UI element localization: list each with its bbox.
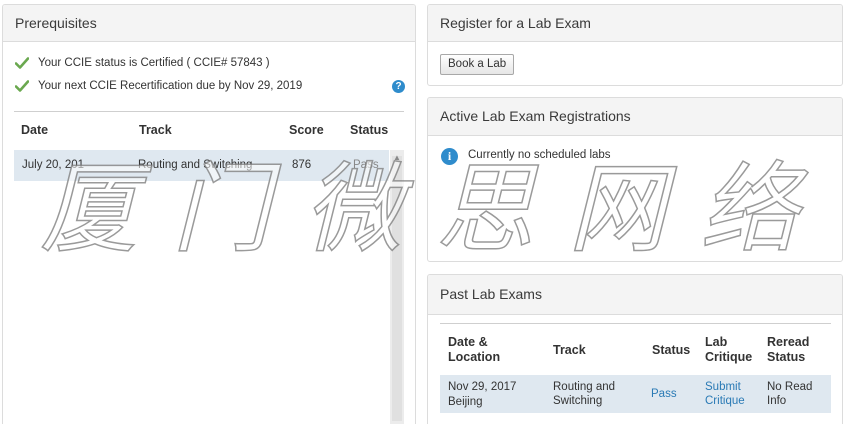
prerequisites-panel: Prerequisites Your CCIE status is Certif… bbox=[2, 4, 416, 424]
column-header-reread-status[interactable]: Reread Status bbox=[767, 335, 827, 365]
certification-status-text: Your CCIE status is Certified ( CCIE# 57… bbox=[38, 57, 270, 69]
register-lab-exam-panel: Register for a Lab Exam Book a Lab bbox=[427, 4, 843, 86]
row-date: July 20, 201 bbox=[22, 159, 85, 171]
register-title: Register for a Lab Exam bbox=[428, 5, 842, 42]
column-header-status[interactable]: Status bbox=[350, 123, 388, 137]
column-header-status[interactable]: Status bbox=[652, 343, 690, 358]
certification-status: Your CCIE status is Certified ( CCIE# 57… bbox=[15, 57, 270, 69]
divider bbox=[14, 111, 404, 112]
info-icon: i bbox=[441, 148, 458, 165]
checkmark-icon bbox=[15, 57, 29, 69]
checkmark-icon bbox=[15, 80, 29, 92]
table-row[interactable]: July 20, 201 Routing and Switching 876 P… bbox=[14, 150, 389, 181]
column-header-track[interactable]: Track bbox=[139, 123, 172, 137]
recertification-status: Your next CCIE Recertification due by No… bbox=[15, 80, 302, 92]
column-header-track[interactable]: Track bbox=[553, 343, 586, 358]
column-header-date-location[interactable]: Date & Location bbox=[448, 335, 528, 365]
row-track: Routing and Switching bbox=[553, 381, 616, 407]
scrollbar-thumb[interactable] bbox=[392, 156, 402, 421]
column-header-score[interactable]: Score bbox=[289, 123, 324, 137]
active-registrations-title: Active Lab Exam Registrations bbox=[428, 98, 842, 136]
past-lab-exams-panel: Past Lab Exams Date & Location Track Sta… bbox=[427, 274, 843, 424]
row-track: Routing and Switching bbox=[138, 159, 253, 171]
prerequisites-title: Prerequisites bbox=[3, 5, 415, 42]
row-location: Beijing bbox=[448, 396, 483, 408]
table-scrollbar[interactable]: ▲ bbox=[390, 150, 404, 424]
past-lab-exams-title: Past Lab Exams bbox=[428, 275, 842, 315]
column-header-lab-critique[interactable]: Lab Critique bbox=[705, 335, 760, 365]
recertification-status-text: Your next CCIE Recertification due by No… bbox=[38, 80, 303, 92]
row-status-link[interactable]: Pass bbox=[651, 387, 677, 401]
row-date: Nov 29, 2017 bbox=[448, 381, 517, 393]
no-labs-message: Currently no scheduled labs bbox=[468, 149, 611, 161]
row-status: Pass bbox=[353, 159, 379, 171]
column-header-date[interactable]: Date bbox=[21, 123, 48, 137]
row-reread-status: No Read Info bbox=[767, 381, 813, 407]
table-row[interactable]: Nov 29, 2017 Beijing Routing and Switchi… bbox=[440, 375, 831, 413]
scroll-up-arrow-icon[interactable]: ▲ bbox=[393, 153, 401, 162]
active-registrations-panel: Active Lab Exam Registrations i Currentl… bbox=[427, 97, 843, 262]
book-a-lab-button[interactable]: Book a Lab bbox=[440, 54, 515, 75]
question-icon[interactable]: ? bbox=[392, 80, 405, 93]
submit-critique-link[interactable]: Submit Critique bbox=[705, 380, 755, 408]
row-score: 876 bbox=[292, 159, 312, 171]
divider bbox=[440, 323, 831, 324]
